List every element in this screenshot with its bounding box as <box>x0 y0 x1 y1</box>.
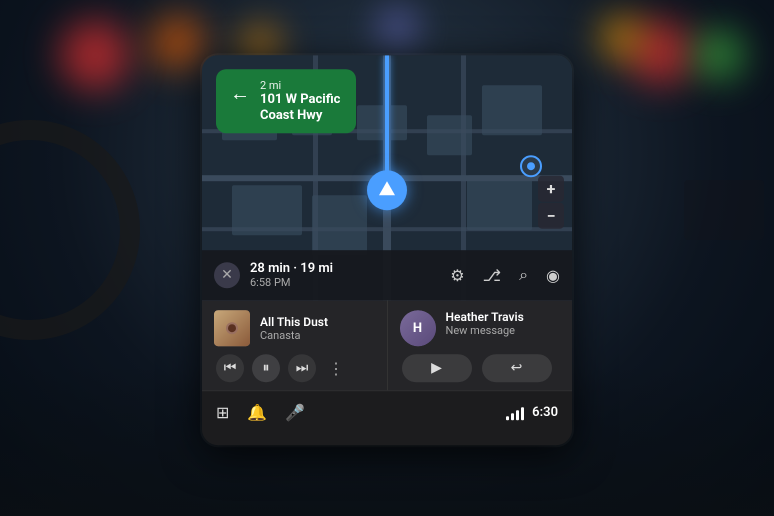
bokeh-light <box>694 30 744 80</box>
zoom-out-button[interactable]: − <box>538 203 564 229</box>
notification-info: Heather Travis New message <box>446 310 561 337</box>
notification-panel: H Heather Travis New message ▶ ↩ <box>388 300 573 390</box>
turn-distance: 2 mi <box>260 79 340 92</box>
zoom-in-button[interactable]: + <box>538 176 564 202</box>
contact-avatar: H <box>400 310 436 346</box>
notifications-icon[interactable]: 🔔 <box>247 403 267 422</box>
bokeh-light <box>599 15 644 60</box>
map-block <box>467 175 532 230</box>
notification-top: H Heather Travis New message <box>400 310 561 346</box>
signal-bar-1 <box>506 416 509 420</box>
map-icons: ⚙ ⎇ ⌕ ◉ <box>450 265 560 285</box>
media-info: All This Dust Canasta <box>260 315 375 342</box>
reply-message-button[interactable]: ↩ <box>482 354 552 382</box>
turn-arrow-icon: ← <box>230 81 250 106</box>
map-area[interactable]: + − ← 2 mi 101 W PacificCoast Hwy ✕ 28 m… <box>202 55 572 300</box>
notification-message: New message <box>446 324 561 337</box>
signal-strength <box>506 406 524 420</box>
avatar-initial: H <box>413 321 422 336</box>
route-options-icon[interactable]: ⎇ <box>483 266 501 285</box>
play-icon: ▶ <box>431 360 442 376</box>
close-navigation-button[interactable]: ✕ <box>214 262 240 288</box>
turn-instruction: ← 2 mi 101 W PacificCoast Hwy <box>216 69 356 133</box>
zoom-controls: + − <box>538 176 564 229</box>
media-title: All This Dust <box>260 315 375 329</box>
media-artist: Canasta <box>260 329 375 342</box>
settings-icon[interactable]: ⚙ <box>450 266 464 285</box>
search-icon[interactable]: ⌕ <box>519 265 528 285</box>
signal-bar-3 <box>516 410 519 420</box>
media-top: All This Dust Canasta <box>214 310 375 346</box>
location-dot-inner <box>527 162 535 170</box>
reply-icon: ↩ <box>511 360 523 376</box>
next-track-button[interactable]: ⏭ <box>288 354 316 382</box>
turn-road: 101 W PacificCoast Hwy <box>260 92 340 123</box>
android-auto-display: + − ← 2 mi 101 W PacificCoast Hwy ✕ 28 m… <box>202 55 572 445</box>
location-dot[interactable] <box>520 155 542 177</box>
play-pause-button[interactable]: ⏸ <box>252 354 280 382</box>
play-message-button[interactable]: ▶ <box>402 354 472 382</box>
signal-bar-2 <box>511 413 514 420</box>
turn-text: 2 mi 101 W PacificCoast Hwy <box>260 79 340 123</box>
media-controls: ⏮ ⏸ ⏭ ⋮ <box>214 354 375 382</box>
bottom-strip: All This Dust Canasta ⏮ ⏸ ⏭ ⋮ H Heather … <box>202 300 572 390</box>
map-block <box>357 105 407 140</box>
eta-primary: 28 min · 19 mi <box>250 261 440 276</box>
speaker-right <box>684 180 764 240</box>
more-options-button[interactable]: ⋮ <box>324 356 348 380</box>
notification-controls: ▶ ↩ <box>400 354 561 382</box>
navigation-arrow <box>367 170 407 210</box>
signal-bar-4 <box>521 407 524 420</box>
system-bar-right: 6:30 <box>506 405 558 420</box>
microphone-icon[interactable]: 🎤 <box>285 403 305 422</box>
eta-info: 28 min · 19 mi 6:58 PM <box>250 261 440 289</box>
arrow-shape <box>379 181 395 195</box>
system-bar-left: ⊞ 🔔 🎤 <box>216 403 305 422</box>
system-bar: ⊞ 🔔 🎤 6:30 <box>202 390 572 434</box>
eta-bar: ✕ 28 min · 19 mi 6:58 PM ⚙ ⎇ ⌕ ◉ <box>202 250 572 300</box>
map-block <box>312 195 367 255</box>
bokeh-light <box>150 15 205 70</box>
prev-track-button[interactable]: ⏮ <box>216 354 244 382</box>
map-road <box>202 227 572 231</box>
notification-contact-name: Heather Travis <box>446 310 561 324</box>
system-time: 6:30 <box>532 405 558 420</box>
map-block <box>482 85 542 135</box>
bokeh-light <box>380 10 415 45</box>
album-art <box>214 310 250 346</box>
eta-secondary: 6:58 PM <box>250 276 440 289</box>
steering-wheel <box>0 120 140 340</box>
pin-icon[interactable]: ◉ <box>546 266 560 285</box>
bokeh-light <box>60 20 130 90</box>
media-player: All This Dust Canasta ⏮ ⏸ ⏭ ⋮ <box>202 300 388 390</box>
apps-icon[interactable]: ⊞ <box>216 403 229 422</box>
